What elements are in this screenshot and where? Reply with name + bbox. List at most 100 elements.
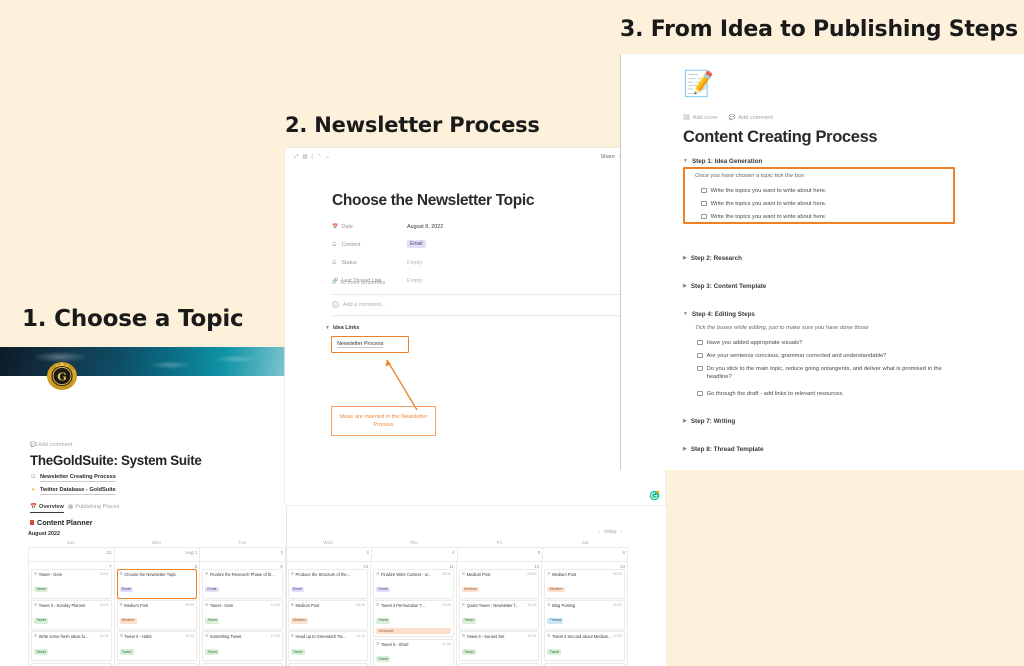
calendar-day-cell[interactable]: 5 (456, 547, 543, 561)
calendar-day-cell[interactable]: 11 ☰ Finalize Write Content - w... 09:30 Ema… (370, 561, 456, 666)
more-properties-toggle[interactable]: ⌄ 10 more properties (332, 280, 385, 286)
calendar-day-cell[interactable]: 9 ☰ Finalize the Research Phase of th... Em… (199, 561, 285, 666)
checkbox-icon[interactable] (701, 213, 707, 220)
calendar-event[interactable]: ☰ Quote Tweet - Newsletter f... 10:30 Tweet (458, 600, 540, 630)
toggle-step-2[interactable]: ▶ Step 2: Research (683, 255, 742, 262)
checkbox-icon[interactable] (697, 390, 703, 397)
next-month-button[interactable]: › (620, 529, 622, 535)
calendar-event[interactable]: ☰ Tweet it - Habit 10:45 Tweet (116, 631, 198, 662)
calendar-event[interactable]: ☰ Choose the Newsletter Topic Email (116, 569, 198, 599)
calendar-event[interactable]: ☰ Medium Post 09:00 Medium (116, 600, 198, 630)
calendar-event[interactable]: ☰ Medium Post 09:00 Medium (544, 569, 625, 599)
calendar-event[interactable]: ☰Formula counts13:00Tweet (202, 662, 283, 666)
grammarly-icon[interactable] (649, 490, 660, 501)
calendar-event[interactable]: ☰ Medium Post 09:00 Medium (458, 569, 540, 599)
add-cover-button[interactable]: 🖼 Add cover (683, 115, 718, 121)
toggle-step-7[interactable]: ▶ Step 7: Writing (683, 418, 735, 425)
calendar-event[interactable]: ☰ Something Tweet 12:00 Tweet (202, 631, 283, 662)
calendar-day-cell[interactable]: 12 ☰ Medium Post 09:00 Medium ☰ Quote Tweet - … (455, 561, 542, 666)
calendar-event[interactable]: ☰Tweet - Lorem11:15Email (31, 662, 112, 666)
toggle-step-1[interactable]: ▼ Step 1: Idea Generation (683, 158, 762, 165)
calendar-event[interactable]: ☰Complete Form11:30Tweet (116, 662, 198, 666)
calendar-event[interactable]: ☰Note it is calm11:00Tweet (287, 662, 369, 666)
checkbox-icon[interactable] (697, 339, 703, 346)
calendar-day-cell[interactable]: 2 (199, 547, 286, 561)
property-row-content[interactable]: ☰ Content (332, 242, 360, 248)
calendar-day-cell[interactable]: 10 ☰ Produce the Structure of the... Email ☰… (284, 561, 371, 666)
property-value-status[interactable]: Empty (407, 260, 422, 266)
checkbox-item[interactable]: Do you stick to the main topic, reduce g… (697, 365, 959, 381)
triangle-right-icon[interactable]: ▶ (683, 284, 687, 289)
triangle-down-icon[interactable]: ▼ (325, 325, 330, 331)
calendar-event[interactable]: ☰ Finalize the Research Phase of th... Ema… (202, 569, 283, 599)
triangle-right-icon[interactable]: ▶ (683, 447, 687, 452)
property-row-status[interactable]: ☰ Status (332, 260, 357, 266)
checkbox-icon[interactable] (697, 365, 703, 372)
triangle-right-icon[interactable]: ▶ (683, 256, 687, 261)
share-button[interactable]: Share (600, 154, 614, 160)
calendar-event[interactable]: ☰ Tweet it - Sunset Set 11:45 Tweet (458, 631, 540, 662)
property-value-content[interactable]: Email (407, 240, 426, 248)
calendar-event[interactable]: ☰ Tweet it Permutation T... 10:00 Tweet Sche… (373, 600, 454, 638)
checkbox-item[interactable]: Write the topics you want to write about… (701, 213, 826, 221)
add-comment-button[interactable]: 💬 Add comment (30, 442, 72, 448)
checkbox-item[interactable]: Are your sentence concious, grammar corr… (697, 352, 977, 360)
calendar-event[interactable]: ☰ Blog Posting 10:00 Thread (544, 600, 625, 630)
tab-overview[interactable]: 📅 Overview (30, 504, 64, 513)
calendar-day-cell[interactable]: 31 (28, 547, 114, 561)
calendar-event[interactable]: ☰ Tweet it - Sunday Planner 12:00 Tweet (31, 600, 112, 630)
calendar-day-cell[interactable]: 6 (542, 547, 628, 561)
link-twitter-database[interactable]: Twitter Database - GoldSuite (40, 487, 116, 495)
chevron-up-icon[interactable]: ⌃ (317, 154, 322, 160)
checkbox-icon[interactable] (701, 200, 707, 207)
property-row-date[interactable]: 📅 Date (332, 224, 353, 230)
link-newsletter-creating-process[interactable]: Newsletter Creating Process (40, 474, 116, 482)
sidebar-icon[interactable]: ▧ (302, 154, 307, 160)
calendar-event[interactable]: ☰ Produce the Structure of the... Email (287, 569, 369, 599)
calendar-event[interactable]: ☰ Tweet it Second about Medium... 11:20 Twe… (544, 631, 625, 662)
calendar-day-cell[interactable]: 4 (370, 547, 457, 561)
calendar-day-cell[interactable]: Aug 1 (113, 547, 200, 561)
calendar-event[interactable]: ☰ Tweet - Gem 10:00 Tweet (202, 600, 283, 630)
add-comment-button[interactable]: 💬 Add comment (729, 115, 773, 121)
triangle-down-icon[interactable]: ▼ (683, 159, 688, 164)
today-button[interactable]: today (604, 529, 616, 535)
triangle-down-icon[interactable]: ▼ (683, 312, 688, 317)
prev-month-button[interactable]: ‹ (598, 529, 600, 535)
page-actions[interactable]: 🖼 Add cover 💬 Add comment (683, 115, 773, 121)
checkbox-item[interactable]: Write the topics you want to write about… (701, 187, 826, 195)
toggle-step-4[interactable]: ▼ Step 4: Editing Steps (683, 311, 755, 318)
calendar-event[interactable]: ☰Publish the Newsletter13:00Email (458, 662, 540, 666)
calendar-day-cell[interactable]: 8 ☰ Choose the Newsletter Topic Email ☰ Mediu… (113, 561, 200, 666)
toolbar-left-controls[interactable]: ⤢ ▧ | ⌃ ⌄ (294, 154, 330, 161)
calendar-event[interactable]: ☰ Tweet - Gem 10:00 Tweet (31, 569, 112, 599)
calendar-event[interactable]: ☰ Medium Post 09:00 Medium (287, 600, 369, 630)
checkbox-item[interactable]: Have you added appropriate visuals? (697, 339, 967, 347)
chevron-down-icon[interactable]: ⌄ (325, 154, 330, 160)
calendar-event[interactable]: ☰ Head up to Greenwich Tw... 10:15 Tweet (287, 631, 369, 662)
calendar-event[interactable]: ☰Write Thread about Promo...12:30Email (544, 662, 625, 666)
property-value-last-thread-link[interactable]: Empty (407, 278, 422, 284)
expand-icon[interactable]: ⤢ (294, 154, 298, 161)
add-comment-input[interactable]: ☉ Add a comment... (332, 301, 385, 308)
calendar-day-cell[interactable]: 3 (285, 547, 371, 561)
calendar-event[interactable]: ☰ Tweet it - Short 11:00 Tweet (373, 638, 454, 666)
checkbox-icon[interactable] (701, 187, 707, 194)
idea-links-heading[interactable]: ▼ Idea Links (325, 325, 359, 331)
pencil-note-icon[interactable]: 📝 (683, 72, 714, 97)
checkbox-icon[interactable] (697, 352, 703, 359)
calendar-day-cell[interactable]: 13 ☰ Medium Post 09:00 Medium ☰ Blog Posting 10… (541, 561, 628, 666)
calendar-event-time: 10:45 (185, 634, 195, 639)
property-value-date[interactable]: August 8, 2022 (407, 224, 443, 230)
triangle-right-icon[interactable]: ▶ (683, 419, 687, 424)
calendar-event[interactable]: ☰ Write some fresh ideas fo... 10:30 Tweet (31, 631, 112, 662)
tab-publishing-places[interactable]: ▦ Publishing Places (68, 504, 119, 510)
calendar-day-cell[interactable]: 7 ☰ Tweet - Gem 10:00 Tweet ☰ Tweet it - Sunda… (28, 561, 114, 666)
calendar-nav[interactable]: ‹ today › (598, 529, 622, 535)
calendar-event[interactable]: ☰ Finalize Write Content - w... 09:30 Email (373, 569, 454, 599)
calendar-event-time: 11:20 (613, 634, 622, 639)
checkbox-item[interactable]: Go through the draft - add links to rele… (697, 390, 967, 398)
toggle-step-8[interactable]: ▶ Step 8: Thread Template (683, 446, 764, 453)
checkbox-item[interactable]: Write the topics you want to write about… (701, 200, 826, 208)
toggle-step-3[interactable]: ▶ Step 3: Content Template (683, 283, 766, 290)
